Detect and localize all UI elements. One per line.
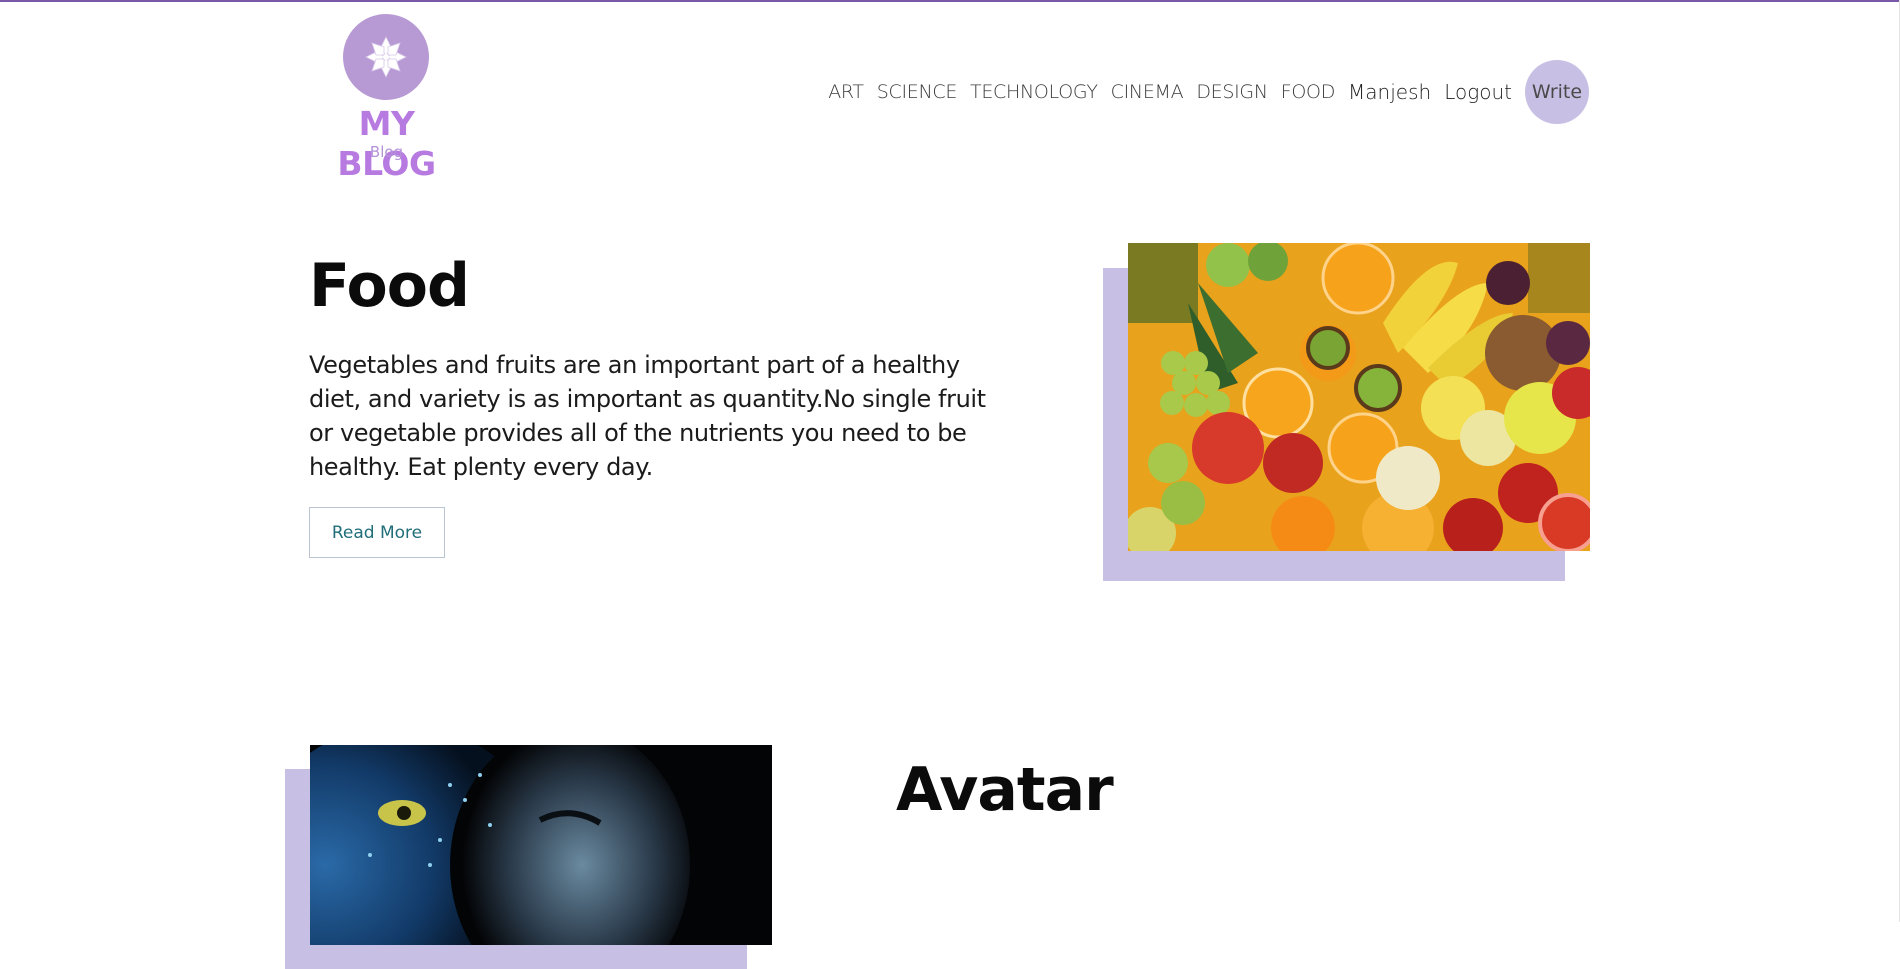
- site-logo[interactable]: MY BLOG Blog: [309, 14, 464, 183]
- avatar-poster-illustration: [310, 745, 772, 945]
- read-more-button[interactable]: Read More: [309, 507, 445, 558]
- nav-link-food[interactable]: FOOD: [1281, 81, 1336, 103]
- logout-link[interactable]: Logout: [1444, 80, 1512, 104]
- write-button[interactable]: Write: [1525, 60, 1589, 124]
- nav-link-technology[interactable]: TECHNOLOGY: [970, 81, 1098, 103]
- brand-subtitle: Blog: [369, 143, 404, 161]
- post-image-fruits[interactable]: [1128, 243, 1590, 551]
- fruits-photo-illustration: [1128, 243, 1590, 551]
- top-accent-line: [0, 0, 1900, 2]
- lotus-flower-icon: [343, 14, 429, 100]
- post-title-2[interactable]: Avatar: [896, 752, 1114, 828]
- nav-username[interactable]: Manjesh: [1348, 80, 1431, 104]
- post-title[interactable]: Food: [309, 248, 470, 324]
- nav-link-art[interactable]: ART: [828, 81, 864, 103]
- nav-link-cinema[interactable]: CINEMA: [1111, 81, 1184, 103]
- main-nav: ART SCIENCE TECHNOLOGY CINEMA DESIGN FOO…: [815, 60, 1589, 124]
- lotus-flower-icon-svg: [365, 36, 407, 78]
- nav-link-design[interactable]: DESIGN: [1196, 81, 1268, 103]
- post-image-avatar[interactable]: [310, 745, 772, 945]
- nav-link-science[interactable]: SCIENCE: [877, 81, 958, 103]
- post-description: Vegetables and fruits are an important p…: [309, 351, 986, 481]
